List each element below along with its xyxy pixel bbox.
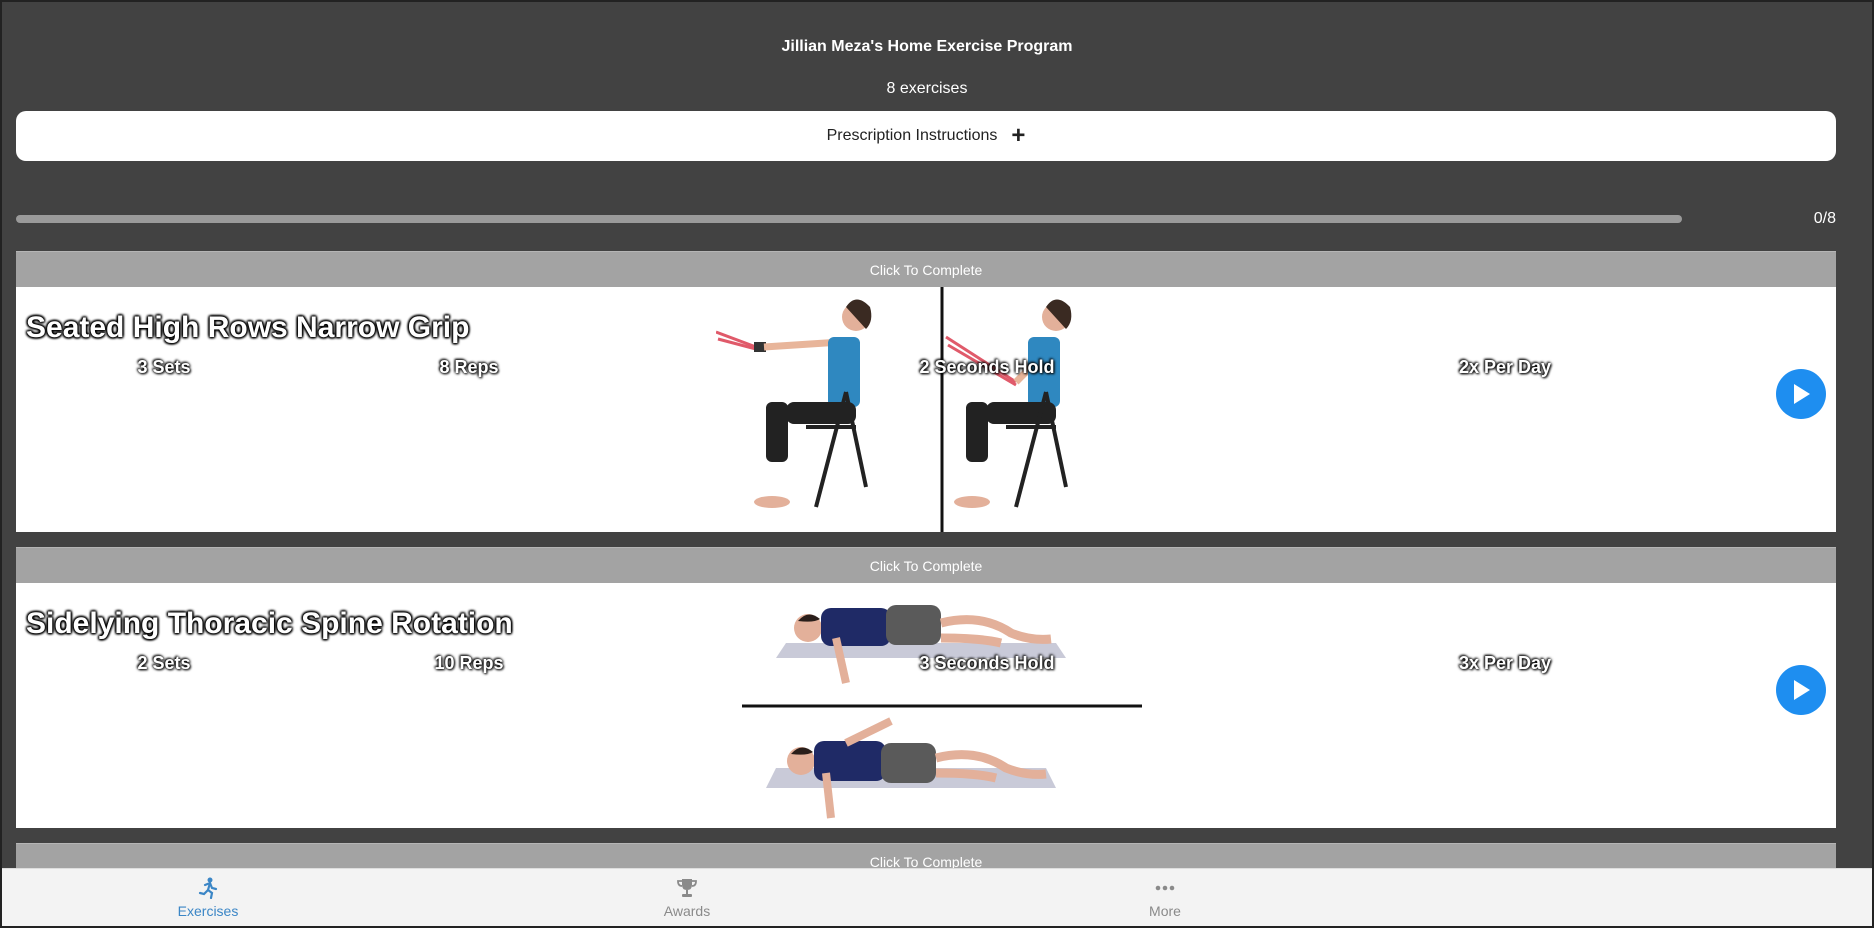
plus-icon[interactable]: + [1011, 124, 1025, 148]
exercise-count: 8 exercises [886, 80, 968, 97]
tab-exercises-label: Exercises [177, 903, 239, 919]
exercise-title: Sidelying Thoracic Spine Rotation [26, 607, 513, 640]
frequency-label: 2x Per Day [1458, 357, 1552, 377]
tab-exercises[interactable]: Exercises [148, 877, 268, 919]
exercise-card: Click To Complete [16, 547, 1836, 828]
ellipsis-icon [1155, 885, 1175, 891]
exercise-card-body[interactable]: Seated High Rows Narrow Grip 3 Sets 8 Re… [16, 287, 1836, 532]
tab-awards-label: Awards [663, 903, 711, 919]
play-button[interactable] [1776, 369, 1826, 419]
exercise-card: Click To Complete [16, 251, 1836, 532]
exercise-illustration [716, 287, 1072, 532]
exercise-illustration [742, 605, 1142, 819]
play-icon [1794, 680, 1810, 700]
hold-label: 2 Seconds Hold [919, 357, 1055, 377]
progress-text: 0/8 [1813, 210, 1836, 227]
prescription-instructions-label: Prescription Instructions [826, 127, 998, 144]
prescription-instructions-panel[interactable]: Prescription Instructions + [16, 111, 1836, 161]
seated-row-pull-figure [945, 299, 1072, 508]
hold-label: 3 Seconds Hold [919, 653, 1055, 673]
reps-label: 10 Reps [434, 653, 504, 673]
tab-awards[interactable]: Awards [627, 877, 747, 919]
exercise-title: Seated High Rows Narrow Grip [26, 311, 470, 344]
header-title: Jillian Meza's Home Exercise Program [781, 38, 1073, 55]
sets-label: 2 Sets [137, 653, 191, 673]
click-to-complete-button[interactable]: Click To Complete [16, 547, 1836, 583]
running-person-icon [198, 877, 218, 899]
frequency-label: 3x Per Day [1458, 653, 1552, 673]
play-icon [1794, 384, 1810, 404]
reps-label: 8 Reps [439, 357, 499, 377]
play-button[interactable] [1776, 665, 1826, 715]
sidelying-rotation-figure [766, 717, 1056, 819]
tab-more-label: More [1149, 903, 1181, 919]
tab-more[interactable]: More [1105, 877, 1225, 919]
click-to-complete-button[interactable]: Click To Complete [16, 251, 1836, 287]
exercise-card-body[interactable]: Sidelying Thoracic Spine Rotation 2 Sets… [16, 583, 1836, 828]
seated-row-start-figure [716, 299, 872, 508]
bottom-tab-bar: Exercises Awards More [2, 868, 1872, 926]
sets-label: 3 Sets [137, 357, 191, 377]
progress-bar [16, 215, 1682, 223]
trophy-icon [677, 879, 697, 897]
